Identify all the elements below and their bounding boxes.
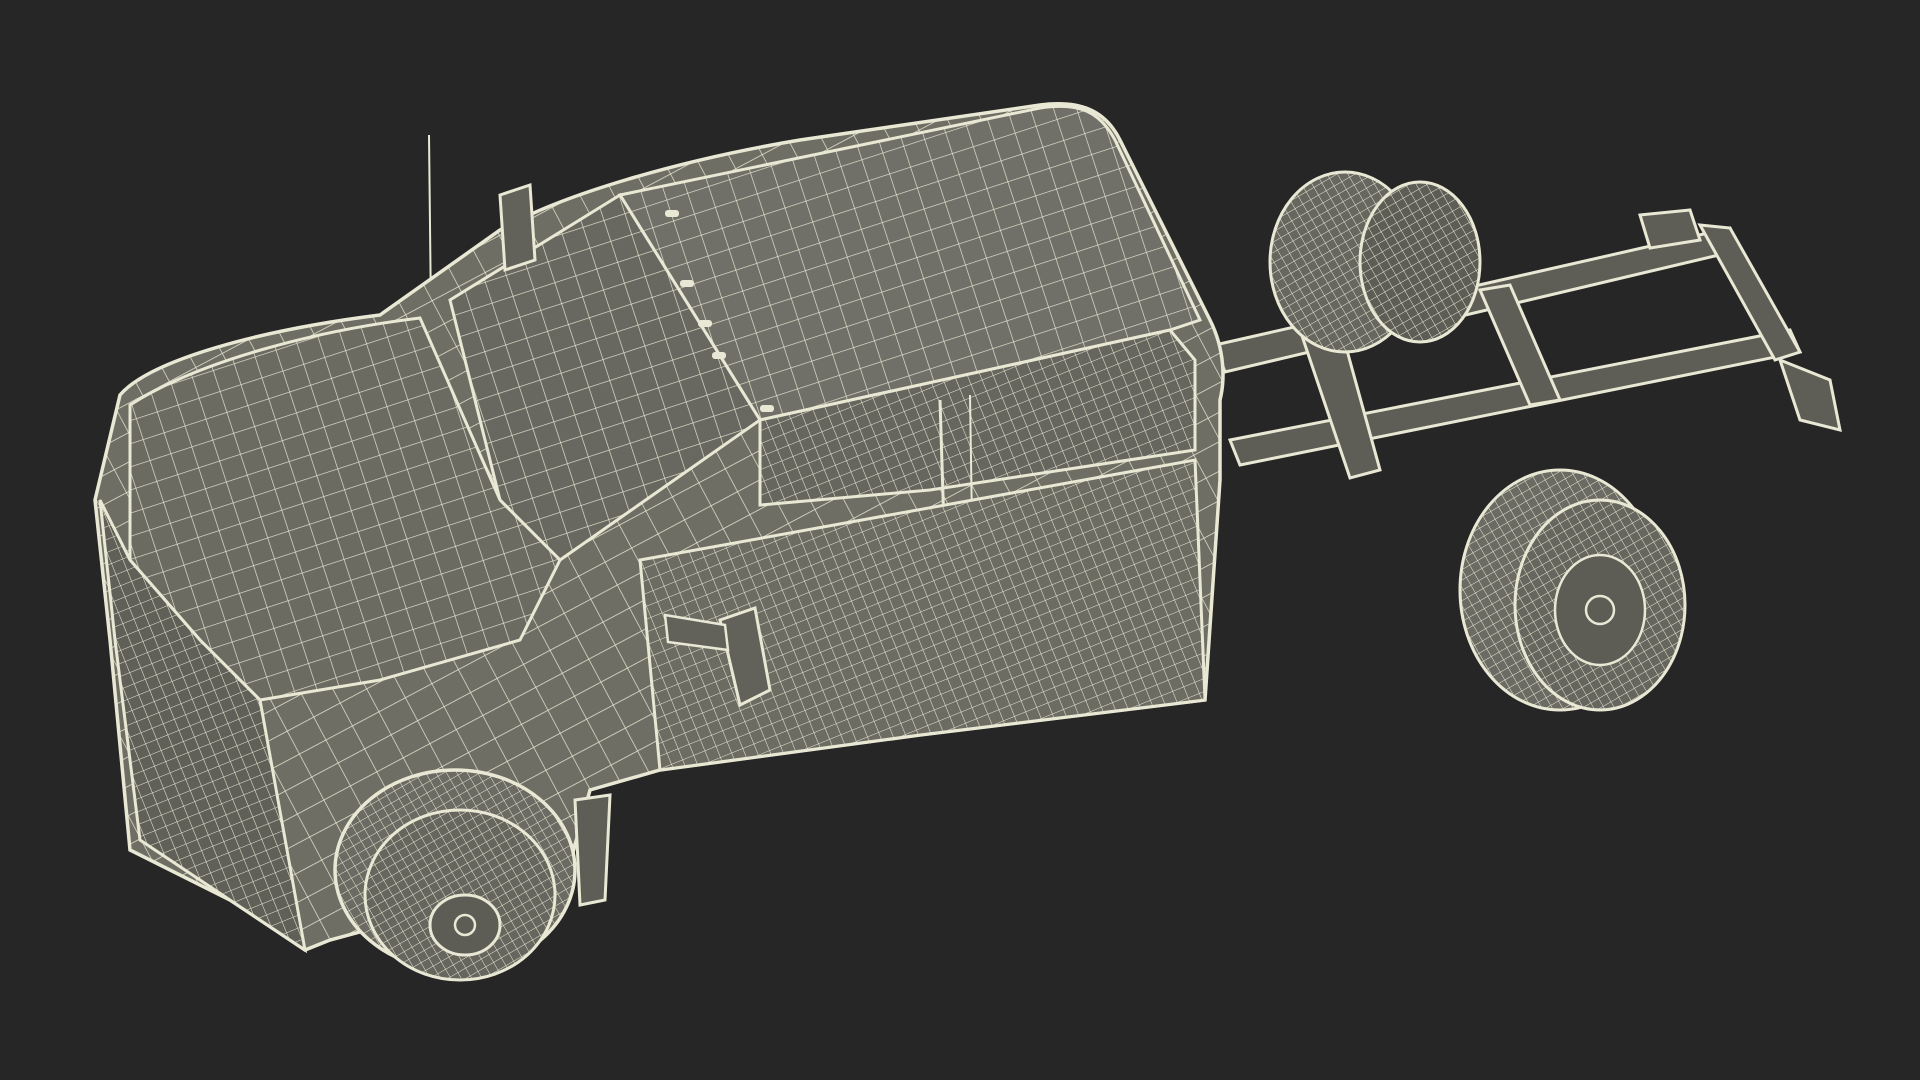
mud-flap xyxy=(573,793,612,907)
render-viewport xyxy=(0,0,1920,1080)
rear-tire-far xyxy=(1268,170,1482,354)
left-mirror xyxy=(498,182,537,273)
wireframe-scene xyxy=(93,102,1842,982)
front-tire xyxy=(333,768,577,982)
rear-tire-near xyxy=(1458,468,1687,712)
